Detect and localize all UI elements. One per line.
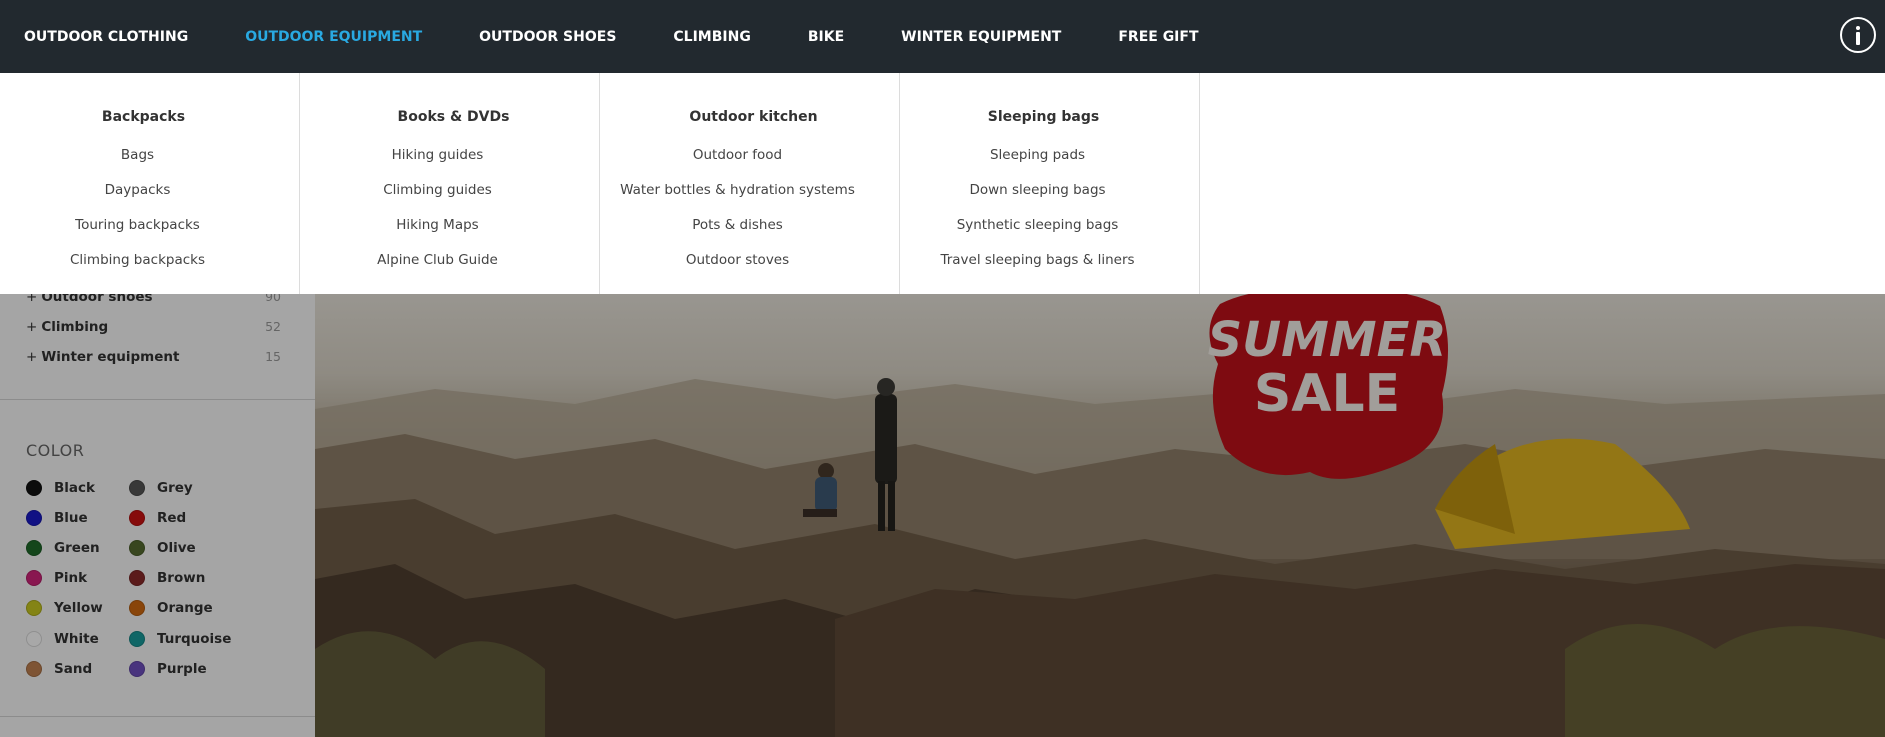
menu-link[interactable]: Climbing backpacks <box>0 253 287 288</box>
nav-item-bike[interactable]: BIKE <box>808 29 844 45</box>
info-icon[interactable] <box>1840 17 1876 53</box>
menu-column-backpacks: Backpacks Bags Daypacks Touring backpack… <box>0 73 300 294</box>
menu-column-heading[interactable]: Books & DVDs <box>304 110 603 148</box>
menu-link[interactable]: Daypacks <box>0 183 287 218</box>
mega-menu-dropdown: Backpacks Bags Daypacks Touring backpack… <box>0 73 1885 294</box>
info-icon-dot <box>1856 26 1860 30</box>
menu-link[interactable]: Water bottles & hydration systems <box>588 183 887 218</box>
menu-column-books-dvds: Books & DVDs Hiking guides Climbing guid… <box>300 73 600 294</box>
menu-link[interactable]: Alpine Club Guide <box>288 253 587 288</box>
menu-column-heading[interactable]: Backpacks <box>0 110 293 148</box>
menu-link[interactable]: Sleeping pads <box>888 148 1187 183</box>
menu-column-heading[interactable]: Outdoor kitchen <box>604 110 903 148</box>
menu-link[interactable]: Outdoor food <box>588 148 887 183</box>
nav-item-free-gift[interactable]: FREE GIFT <box>1118 29 1198 45</box>
nav-item-outdoor-equipment[interactable]: OUTDOOR EQUIPMENT <box>245 29 422 45</box>
menu-column-heading[interactable]: Sleeping bags <box>894 110 1193 148</box>
nav-item-outdoor-shoes[interactable]: OUTDOOR SHOES <box>479 29 616 45</box>
menu-link[interactable]: Hiking Maps <box>288 218 587 253</box>
menu-column-sleeping-bags: Sleeping bags Sleeping pads Down sleepin… <box>900 73 1200 294</box>
main-navigation: OUTDOOR CLOTHING OUTDOOR EQUIPMENT OUTDO… <box>0 0 1885 73</box>
menu-link[interactable]: Climbing guides <box>288 183 587 218</box>
menu-link[interactable]: Bags <box>0 148 287 183</box>
menu-link[interactable]: Touring backpacks <box>0 218 287 253</box>
menu-column-outdoor-kitchen: Outdoor kitchen Outdoor food Water bottl… <box>600 73 900 294</box>
nav-item-outdoor-clothing[interactable]: OUTDOOR CLOTHING <box>24 29 188 45</box>
menu-link[interactable]: Pots & dishes <box>588 218 887 253</box>
menu-link[interactable]: Synthetic sleeping bags <box>888 218 1187 253</box>
menu-link[interactable]: Outdoor stoves <box>588 253 887 288</box>
nav-item-winter-equipment[interactable]: WINTER EQUIPMENT <box>901 29 1061 45</box>
nav-item-climbing[interactable]: CLIMBING <box>673 29 750 45</box>
dropdown-backdrop-overlay[interactable] <box>0 294 1885 737</box>
info-icon-bar <box>1856 32 1860 45</box>
menu-link[interactable]: Down sleeping bags <box>888 183 1187 218</box>
menu-link[interactable]: Travel sleeping bags & liners <box>888 253 1187 288</box>
menu-link[interactable]: Hiking guides <box>288 148 587 183</box>
